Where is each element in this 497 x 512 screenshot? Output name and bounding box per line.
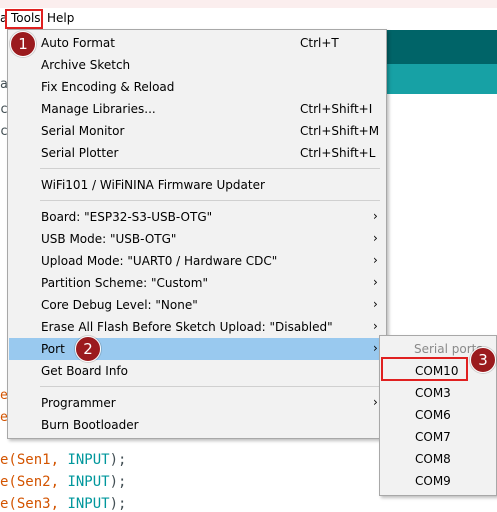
menu-item-serial-monitor[interactable]: Serial Monitor Ctrl+Shift+M (9, 120, 385, 142)
port-item-com8[interactable]: COM8 (381, 448, 497, 470)
code-keyword: INPUT (67, 474, 110, 490)
menu-item-label: Serial Monitor (41, 124, 125, 138)
port-item-com6[interactable]: COM6 (381, 404, 497, 426)
code-line: e(Sen1, INPUT); (0, 452, 126, 468)
menu-item-label: Serial Plotter (41, 146, 119, 160)
menu-item-label: Partition Scheme: "Custom" (41, 276, 208, 290)
menu-item-label: Burn Bootloader (41, 418, 139, 432)
menu-item-shortcut: Ctrl+Shift+I (300, 102, 373, 116)
menu-separator (40, 386, 380, 387)
window-top-strip (0, 0, 497, 8)
menu-item-shortcut: Ctrl+Shift+M (300, 124, 380, 138)
com10-highlight-box (381, 357, 468, 381)
menu-item-label: Erase All Flash Before Sketch Upload: "D… (41, 320, 333, 334)
submenu-arrow-icon: › (373, 209, 378, 223)
menu-item-upload-mode[interactable]: Upload Mode: "UART0 / Hardware CDC" › (9, 250, 385, 272)
menu-item-partition-scheme[interactable]: Partition Scheme: "Custom" › (9, 272, 385, 294)
code-prefix: e(Sen2, (0, 474, 68, 490)
code-suffix: ); (109, 496, 127, 512)
menu-item-label: Programmer (41, 396, 116, 410)
submenu-arrow-icon: › (373, 231, 378, 245)
code-prefix: e(Sen1, (0, 452, 68, 468)
submenu-arrow-icon: › (373, 275, 378, 289)
menu-item-label: Fix Encoding & Reload (41, 80, 175, 94)
step-badge-1: 1 (10, 31, 36, 57)
menu-item-label: Manage Libraries... (41, 102, 156, 116)
menu-separator (40, 200, 380, 201)
menu-item-fix-encoding[interactable]: Fix Encoding & Reload (9, 76, 385, 98)
menu-item-label: Board: "ESP32-S3-USB-OTG" (41, 210, 213, 224)
menubar: a Tools Help (0, 8, 497, 29)
menu-item-shortcut: Ctrl+Shift+L (300, 146, 376, 160)
step-badge-2: 2 (75, 336, 101, 362)
menu-item-burn-bootloader[interactable]: Burn Bootloader (9, 414, 385, 436)
menu-item-label: Port (41, 342, 65, 356)
port-label: COM7 (415, 430, 451, 444)
code-prefix: e(Sen3, (0, 496, 68, 512)
submenu-arrow-icon: › (373, 297, 378, 311)
code-line: e(Sen3, INPUT); (0, 496, 126, 512)
menu-item-core-debug-level[interactable]: Core Debug Level: "None" › (9, 294, 385, 316)
code-keyword: INPUT (67, 496, 110, 512)
menu-item-label: Upload Mode: "UART0 / Hardware CDC" (41, 254, 278, 268)
code-suffix: ); (109, 452, 127, 468)
menu-item-shortcut: Ctrl+T (300, 36, 339, 50)
menu-item-label: Archive Sketch (41, 58, 131, 72)
menu-item-usb-mode[interactable]: USB Mode: "USB-OTG" › (9, 228, 385, 250)
menu-item-firmware-updater[interactable]: WiFi101 / WiFiNINA Firmware Updater (9, 174, 385, 196)
menu-item-label: Core Debug Level: "None" (41, 298, 198, 312)
menu-item-archive-sketch[interactable]: Archive Sketch (9, 54, 385, 76)
menu-item-get-board-info[interactable]: Get Board Info (9, 360, 385, 382)
port-label: COM9 (415, 474, 451, 488)
menu-item-auto-format[interactable]: Auto Format Ctrl+T (9, 32, 385, 54)
code-line: e(Sen2, INPUT); (0, 474, 126, 490)
port-label: COM6 (415, 408, 451, 422)
step-badge-3: 3 (470, 347, 496, 373)
submenu-arrow-icon: › (373, 253, 378, 267)
menu-item-label: Get Board Info (41, 364, 128, 378)
port-label: COM8 (415, 452, 451, 466)
menu-item-programmer[interactable]: Programmer › (9, 392, 385, 414)
menu-item-manage-libraries[interactable]: Manage Libraries... Ctrl+Shift+I (9, 98, 385, 120)
code-suffix: ); (109, 474, 127, 490)
menu-separator (40, 168, 380, 169)
editor-tabbar (380, 64, 497, 94)
port-item-com3[interactable]: COM3 (381, 382, 497, 404)
menu-item-erase-flash[interactable]: Erase All Flash Before Sketch Upload: "D… (9, 316, 385, 338)
port-label: COM3 (415, 386, 451, 400)
editor-toolbar (380, 30, 497, 64)
menu-help[interactable]: Help (47, 11, 74, 25)
menu-item-label: WiFi101 / WiFiNINA Firmware Updater (41, 178, 265, 192)
code-keyword: INPUT (67, 452, 110, 468)
menu-item-serial-plotter[interactable]: Serial Plotter Ctrl+Shift+L (9, 142, 385, 164)
submenu-arrow-icon: › (373, 395, 378, 409)
menu-item-label: USB Mode: "USB-OTG" (41, 232, 177, 246)
menu-item-board[interactable]: Board: "ESP32-S3-USB-OTG" › (9, 206, 385, 228)
submenu-arrow-icon: › (373, 341, 378, 355)
menu-item-port[interactable]: Port › (9, 338, 385, 360)
port-item-com9[interactable]: COM9 (381, 470, 497, 492)
submenu-arrow-icon: › (373, 319, 378, 333)
tools-dropdown-menu: Auto Format Ctrl+T Archive Sketch Fix En… (7, 29, 387, 439)
port-item-com7[interactable]: COM7 (381, 426, 497, 448)
tools-highlight-box (5, 9, 43, 29)
menu-item-label: Auto Format (41, 36, 115, 50)
